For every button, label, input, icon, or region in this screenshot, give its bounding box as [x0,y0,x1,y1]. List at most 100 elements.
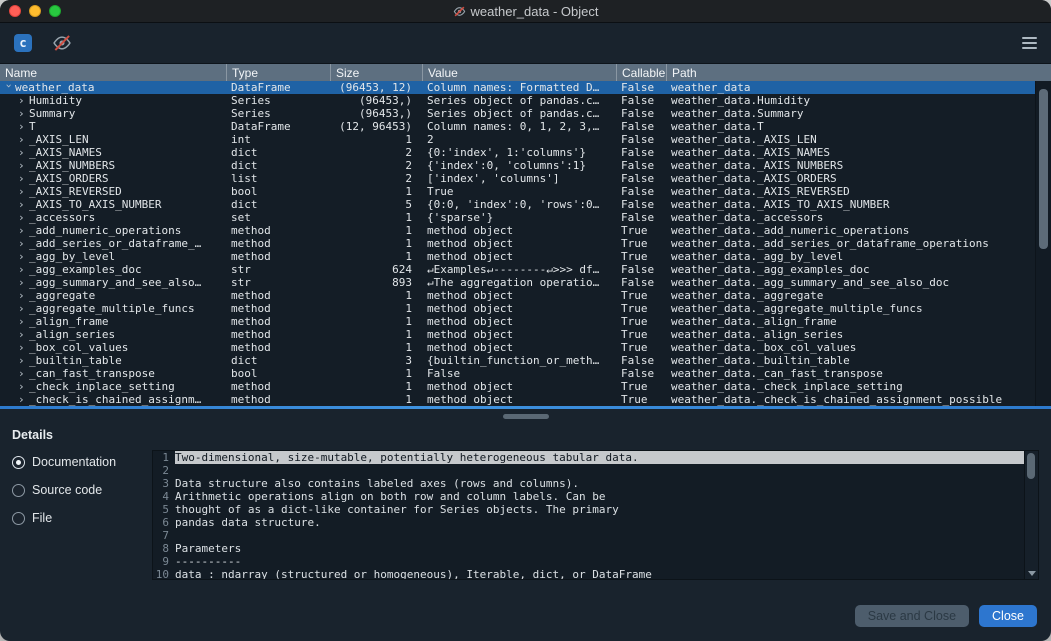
expand-chevron-icon[interactable]: › [18,276,29,289]
expand-chevron-icon[interactable]: › [18,198,29,211]
expand-chevron-icon[interactable]: › [18,328,29,341]
table-row[interactable]: ›TDataFrame(12, 96453)Column names: 0, 1… [0,120,1035,133]
table-row[interactable]: ›_aggregatemethod1method objectTrueweath… [0,289,1035,302]
table-row[interactable]: ›_add_numeric_operationsmethod1method ob… [0,224,1035,237]
toolbar: c [0,23,1051,64]
expand-chevron-icon[interactable]: › [18,224,29,237]
scroll-down-arrow-icon[interactable] [1028,571,1036,576]
options-menu-button[interactable] [1020,35,1039,51]
doc-vertical-scrollbar[interactable] [1024,451,1038,579]
table-row[interactable]: ›_align_framemethod1method objectTruewea… [0,315,1035,328]
expand-chevron-icon[interactable]: › [18,367,29,380]
expand-chevron-icon[interactable]: › [18,393,29,406]
row-name-cell: ›_AXIS_NAMES [0,146,226,159]
expand-chevron-icon[interactable]: › [18,159,29,172]
table-vertical-scrollbar[interactable] [1035,81,1051,406]
table-row[interactable]: ›_builtin_tabledict3{builtin_function_or… [0,354,1035,367]
scrollbar-thumb[interactable] [1039,89,1048,249]
minimize-window-button[interactable] [29,5,41,17]
table-row[interactable]: ›_AXIS_ORDERSlist2['index', 'columns']Fa… [0,172,1035,185]
row-path-cell: weather_data._builtin_table [666,354,1035,367]
line-text: Data structure also contains labeled axe… [175,477,1038,490]
row-name-cell: ›_check_is_chained_assignm… [0,393,226,406]
radio-file[interactable]: File [12,511,152,525]
expand-chevron-icon[interactable]: › [18,107,29,120]
table-row[interactable]: ›_AXIS_LENint12Falseweather_data._AXIS_L… [0,133,1035,146]
expand-chevron-icon[interactable]: › [18,263,29,276]
expand-chevron-icon[interactable]: › [18,94,29,107]
expand-chevron-icon[interactable]: › [18,380,29,393]
row-size-cell: 1 [330,302,422,315]
expand-chevron-icon[interactable]: › [18,302,29,315]
row-path-cell: weather_data._agg_by_level [666,250,1035,263]
save-and-close-button[interactable]: Save and Close [855,605,969,627]
splitter-handle[interactable] [0,409,1051,423]
row-size-cell: 1 [330,224,422,237]
column-header-size[interactable]: Size [330,64,422,81]
row-value-cell: method object [422,393,616,406]
expand-chevron-icon[interactable]: › [18,237,29,250]
show-callable-attributes-button[interactable]: c [12,32,34,54]
table-row[interactable]: ›_align_seriesmethod1method objectTruewe… [0,328,1035,341]
table-row[interactable]: ›_AXIS_NUMBERSdict2{'index':0, 'columns'… [0,159,1035,172]
table-row[interactable]: ›_accessorsset1{'sparse'}Falseweather_da… [0,211,1035,224]
table-row[interactable]: ›_aggregate_multiple_funcsmethod1method … [0,302,1035,315]
doc-line: 3Data structure also contains labeled ax… [153,477,1038,490]
table-row[interactable]: ›SummarySeries(96453,)Series object of p… [0,107,1035,120]
row-name: _aggregate_multiple_funcs [29,302,195,315]
table-row[interactable]: ›_add_series_or_dataframe_…method1method… [0,237,1035,250]
column-header-name[interactable]: Name [0,64,226,81]
expand-chevron-icon[interactable]: › [18,315,29,328]
documentation-viewer[interactable]: 1Two-dimensional, size-mutable, potentia… [152,450,1039,580]
expand-chevron-icon[interactable]: › [2,83,15,94]
close-button[interactable]: Close [979,605,1037,627]
row-size-cell: 2 [330,146,422,159]
radio-documentation[interactable]: Documentation [12,455,152,469]
row-name: _agg_by_level [29,250,115,263]
row-type-cell: method [226,315,330,328]
table-row[interactable]: ›_check_is_chained_assignm…method1method… [0,393,1035,406]
radio-source-code[interactable]: Source code [12,483,152,497]
expand-chevron-icon[interactable]: › [18,133,29,146]
table-row[interactable]: ›_agg_by_levelmethod1method objectTruewe… [0,250,1035,263]
doc-scrollbar-thumb[interactable] [1027,453,1035,479]
row-value-cell: method object [422,341,616,354]
column-header-type[interactable]: Type [226,64,330,81]
zoom-window-button[interactable] [49,5,61,17]
table-row[interactable]: ›HumiditySeries(96453,)Series object of … [0,94,1035,107]
expand-chevron-icon[interactable]: › [18,211,29,224]
row-value-cell: method object [422,224,616,237]
row-type-cell: bool [226,367,330,380]
expand-chevron-icon[interactable]: › [18,289,29,302]
expand-chevron-icon[interactable]: › [18,146,29,159]
column-header-path[interactable]: Path [666,64,1051,81]
table-row[interactable]: ›weather_dataDataFrame(96453, 12)Column … [0,81,1035,94]
row-path-cell: weather_data._add_numeric_operations [666,224,1035,237]
table-row[interactable]: ›_check_inplace_settingmethod1method obj… [0,380,1035,393]
table-row[interactable]: ›_agg_examples_docstr624↵Examples↵------… [0,263,1035,276]
expand-chevron-icon[interactable]: › [18,120,29,133]
show-special-attributes-button[interactable] [50,31,74,55]
row-callable-cell: False [616,159,666,172]
table-row[interactable]: ›_can_fast_transposebool1FalseFalseweath… [0,367,1035,380]
table-row[interactable]: ›_box_col_valuesmethod1method objectTrue… [0,341,1035,354]
expand-chevron-icon[interactable]: › [18,172,29,185]
table-row[interactable]: ›_AXIS_NAMESdict2{0:'index', 1:'columns'… [0,146,1035,159]
close-window-button[interactable] [9,5,21,17]
expand-chevron-icon[interactable]: › [18,341,29,354]
row-type-cell: method [226,224,330,237]
row-path-cell: weather_data._AXIS_REVERSED [666,185,1035,198]
table-row[interactable]: ›_agg_summary_and_see_also…str893↵The ag… [0,276,1035,289]
column-header-callable[interactable]: Callable [616,64,666,81]
table-row[interactable]: ›_AXIS_TO_AXIS_NUMBERdict5{0:0, 'index':… [0,198,1035,211]
expand-chevron-icon[interactable]: › [18,185,29,198]
row-value-cell: {builtin_function_or_meth… [422,354,616,367]
column-header-value[interactable]: Value [422,64,616,81]
row-value-cell: {'sparse'} [422,211,616,224]
expand-chevron-icon[interactable]: › [18,250,29,263]
line-text: ---------- [175,555,1038,568]
table-row[interactable]: ›_AXIS_REVERSEDbool1TrueFalseweather_dat… [0,185,1035,198]
expand-chevron-icon[interactable]: › [18,354,29,367]
row-name-cell: ›_AXIS_TO_AXIS_NUMBER [0,198,226,211]
radio-button-icon [12,512,25,525]
